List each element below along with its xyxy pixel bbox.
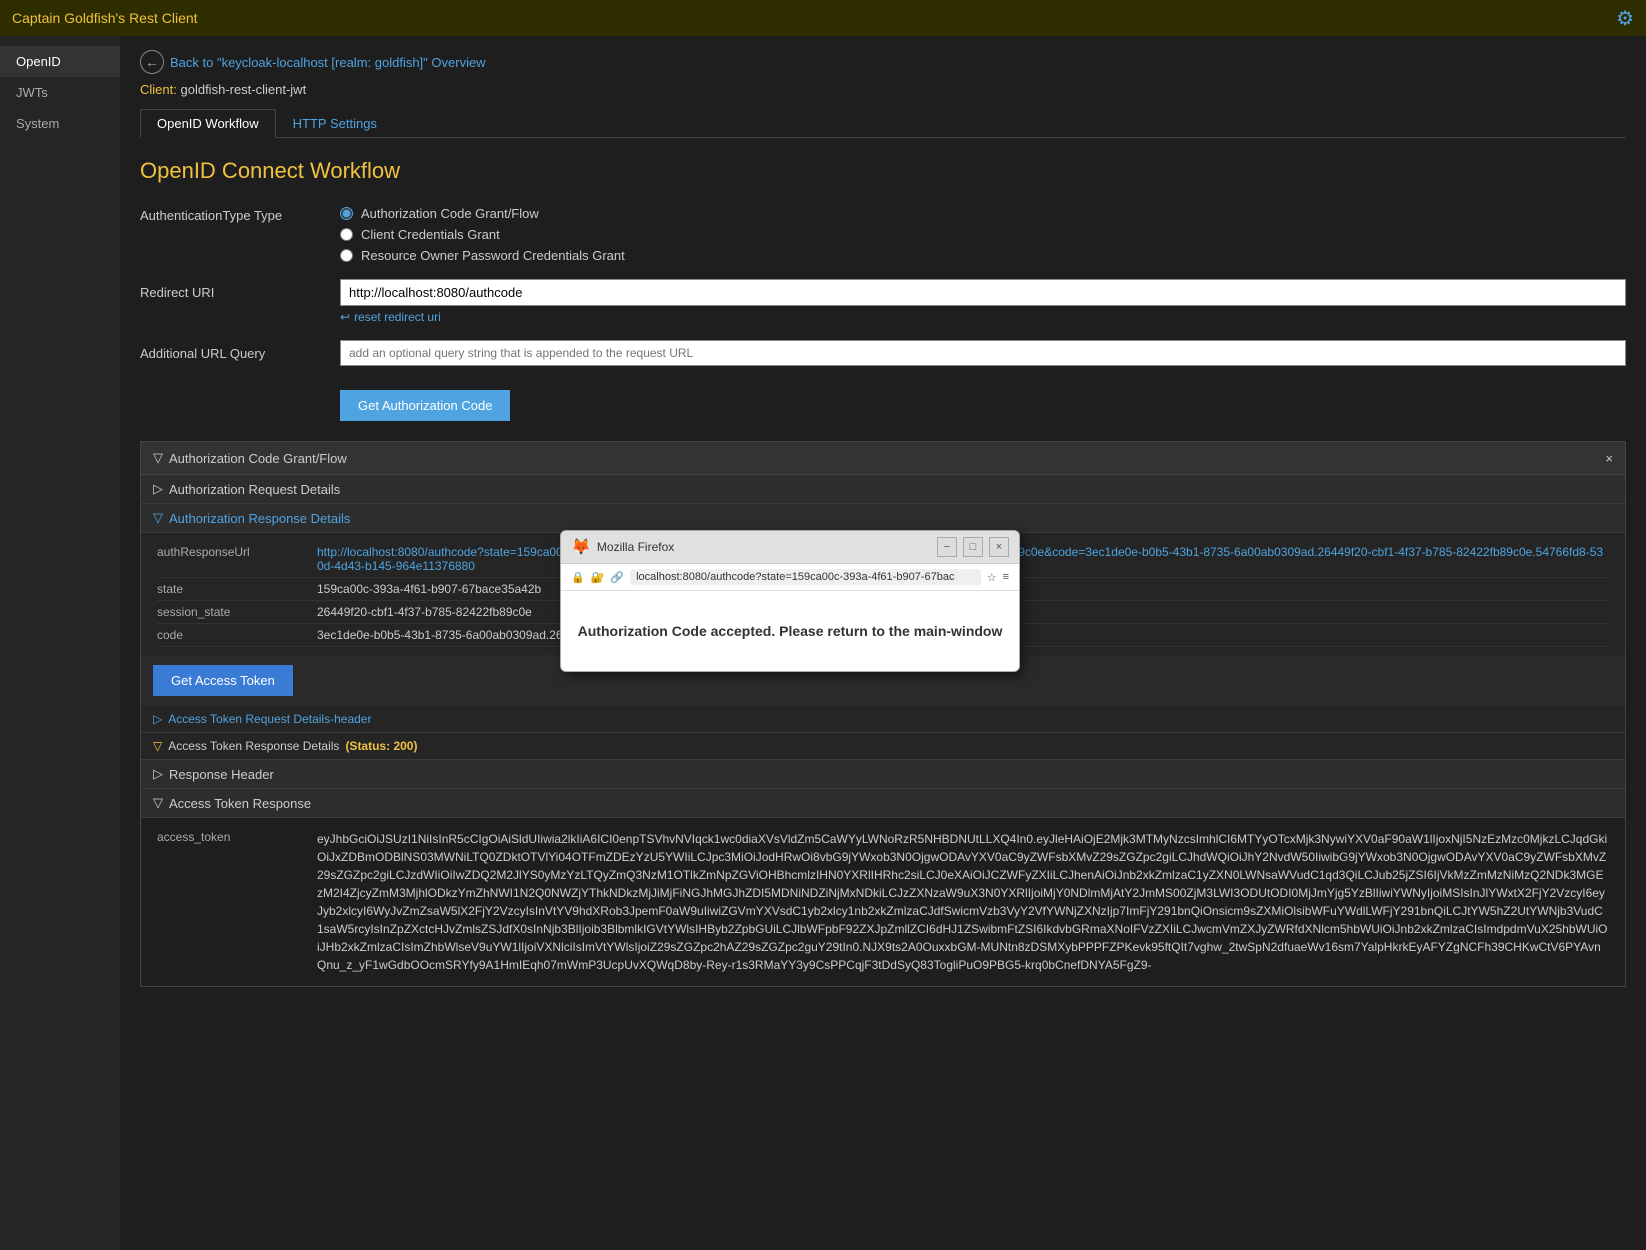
access-token-key: access_token [157, 830, 317, 974]
additional-url-control [340, 340, 1626, 366]
access-token-table: access_token eyJhbGciOiJSUzI1NiIsInR5cCI… [141, 818, 1625, 986]
tab-openid-workflow[interactable]: OpenID Workflow [140, 109, 276, 138]
auth-code-section: ▽ Authorization Code Grant/Flow × ▷ Auth… [140, 441, 1626, 987]
reset-icon: ↩ [340, 310, 350, 324]
menu-icon[interactable]: ≡ [1003, 571, 1009, 583]
firefox-addressbar: 🔒 🔐 🔗 localhost:8080/authcode?state=159c… [561, 564, 1019, 591]
tab-http-settings[interactable]: HTTP Settings [276, 109, 394, 138]
redirect-uri-label: Redirect URI [140, 279, 340, 300]
client-label-text: Client: [140, 82, 177, 97]
response-key-0: authResponseUrl [157, 545, 317, 573]
sidebar-item-system[interactable]: System [0, 108, 120, 139]
client-value: goldfish-rest-client-jwt [180, 82, 306, 97]
radio-resource-owner[interactable]: Resource Owner Password Credentials Gran… [340, 248, 1626, 263]
response-key-2: session_state [157, 605, 317, 619]
close-icon[interactable]: × [1605, 451, 1613, 466]
response-status: (Status: 200) [345, 739, 417, 753]
firefox-controls: − □ × [937, 537, 1009, 557]
reset-redirect-link[interactable]: ↩ reset redirect uri [340, 310, 1626, 324]
response-header-section[interactable]: ▷ Response Header [141, 760, 1625, 789]
auth-code-section-header[interactable]: ▽ Authorization Code Grant/Flow × [141, 442, 1625, 475]
firefox-close-button[interactable]: × [989, 537, 1009, 557]
sidebar-item-jwts[interactable]: JWTs [0, 77, 120, 108]
back-button[interactable]: ← [140, 50, 164, 74]
access-token-row: access_token eyJhbGciOiJSUzI1NiIsInR5cCI… [157, 826, 1609, 978]
access-token-response-header[interactable]: ▽ Access Token Response Details (Status:… [141, 733, 1625, 760]
firefox-titlebar: 🦊 Mozilla Firefox − □ × [561, 531, 1019, 564]
back-link[interactable]: Back to "keycloak-localhost [realm: gold… [170, 55, 486, 70]
auth-type-row: AuthenticationType Type Authorization Co… [140, 202, 1626, 263]
titlebar: Captain Goldfish's Rest Client ⚙ [0, 0, 1646, 36]
access-token-request-header[interactable]: ▷ Access Token Request Details-header [141, 706, 1625, 733]
access-token-val: eyJhbGciOiJSUzI1NiIsInR5cCIgOiAiSldUIiwi… [317, 830, 1609, 974]
redirect-uri-control: ↩ reset redirect uri [340, 279, 1626, 324]
get-auth-code-button[interactable]: Get Authorization Code [340, 390, 510, 421]
radio-auth-code[interactable]: Authorization Code Grant/Flow [340, 206, 1626, 221]
sidebar-item-openid[interactable]: OpenID [0, 46, 120, 77]
collapse-icon: ▽ [153, 450, 163, 466]
redirect-uri-input[interactable] [340, 279, 1626, 306]
auth-request-details-header[interactable]: ▷ Authorization Request Details [141, 475, 1625, 504]
access-token-response-section[interactable]: ▽ Access Token Response [141, 789, 1625, 818]
firefox-message: Authorization Code accepted. Please retu… [578, 623, 1003, 639]
firefox-minimize-button[interactable]: − [937, 537, 957, 557]
auth-response-details-header[interactable]: ▽ Authorization Response Details [141, 504, 1625, 533]
response-key-1: state [157, 582, 317, 596]
get-access-token-button[interactable]: Get Access Token [153, 665, 293, 696]
additional-url-row: Additional URL Query [140, 340, 1626, 366]
request-expand-icon: ▷ [153, 481, 163, 497]
response-key-3: code [157, 628, 317, 642]
additional-url-input[interactable] [340, 340, 1626, 366]
auth-type-label: AuthenticationType Type [140, 202, 340, 223]
url-icon: 🔗 [610, 571, 624, 584]
get-auth-btn-container: Get Authorization Code [140, 382, 1626, 421]
sidebar: OpenID JWTs System [0, 36, 120, 1250]
resp-header-icon: ▷ [153, 766, 163, 782]
redirect-uri-row: Redirect URI ↩ reset redirect uri [140, 279, 1626, 324]
firefox-icon: 🦊 [571, 537, 591, 557]
firefox-maximize-button[interactable]: □ [963, 537, 983, 557]
response-details-icon: ▽ [153, 739, 162, 753]
radio-client-cred[interactable]: Client Credentials Grant [340, 227, 1626, 242]
section-header-left: ▽ Authorization Code Grant/Flow [153, 450, 347, 466]
firefox-title: 🦊 Mozilla Firefox [571, 537, 674, 557]
shield-icon: 🔒 [571, 571, 585, 584]
section-title: OpenID Connect Workflow [140, 158, 1626, 184]
app-title: Captain Goldfish's Rest Client [12, 10, 198, 26]
firefox-url[interactable]: localhost:8080/authcode?state=159ca00c-3… [630, 569, 981, 585]
bookmark-icon[interactable]: ☆ [987, 571, 997, 584]
client-label: Client: goldfish-rest-client-jwt [140, 82, 1626, 97]
request-details-icon: ▷ [153, 712, 162, 726]
back-nav: ← Back to "keycloak-localhost [realm: go… [140, 50, 1626, 74]
auth-type-group: Authorization Code Grant/Flow Client Cre… [340, 202, 1626, 263]
tabs: OpenID Workflow HTTP Settings [140, 109, 1626, 138]
cert-icon: 🔐 [591, 571, 605, 584]
response-collapse-icon: ▽ [153, 510, 163, 526]
firefox-popup: 🦊 Mozilla Firefox − □ × 🔒 🔐 🔗 localhost:… [560, 530, 1020, 672]
additional-url-label: Additional URL Query [140, 340, 340, 361]
access-token-resp-icon: ▽ [153, 795, 163, 811]
app-icon: ⚙ [1616, 6, 1634, 31]
firefox-content: Authorization Code accepted. Please retu… [561, 591, 1019, 671]
